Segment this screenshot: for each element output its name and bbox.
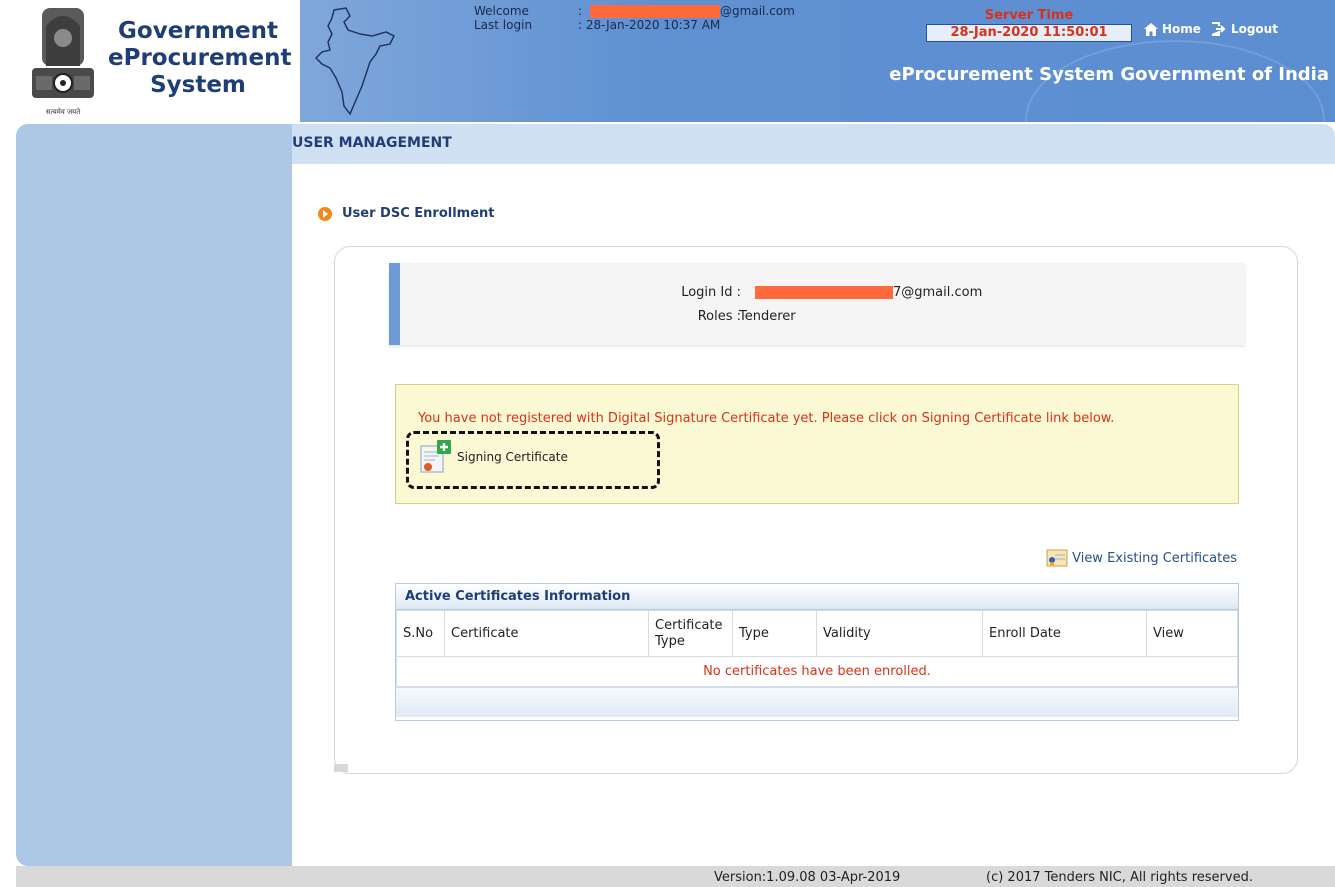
column-header: Certificate: [444, 610, 649, 657]
main-content: USER MANAGEMENT User DSC Enrollment Logi…: [292, 124, 1335, 866]
enrollment-card: Login Id : 7@gmail.com Roles : Tenderer …: [334, 246, 1298, 774]
brand-line-3: System: [150, 72, 246, 98]
server-time-value: 28-Jan-2020 11:50:01: [926, 24, 1132, 42]
copyright-text: (c) 2017 Tenders NIC, All rights reserve…: [986, 870, 1253, 885]
page-title: USER MANAGEMENT: [292, 135, 452, 151]
signing-certificate-highlight: Signing Certificate: [406, 431, 660, 489]
certificates-grid: S.No Certificate Certificate Type Type V…: [396, 610, 1238, 687]
view-existing-label: View Existing Certificates: [1072, 550, 1237, 566]
redacted-login-id: [755, 286, 893, 299]
welcome-email-suffix: @gmail.com: [720, 4, 795, 18]
site-brand[interactable]: Government eProcurement System: [108, 18, 292, 99]
india-map-icon: [315, 7, 395, 116]
login-id-suffix: 7@gmail.com: [893, 285, 983, 300]
add-certificate-icon: [420, 440, 451, 473]
roles-value: Tenderer: [739, 309, 796, 324]
certificate-icon: [1046, 549, 1068, 567]
site-tagline: eProcurement System Government of India: [889, 64, 1329, 85]
last-login-label: Last login: [474, 18, 533, 32]
logout-label: Logout: [1230, 22, 1278, 36]
column-header: Type: [732, 610, 817, 657]
empty-table-message: No certificates have been enrolled.: [396, 656, 1238, 687]
signing-certificate-label: Signing Certificate: [457, 450, 568, 464]
table-header-row: S.No Certificate Certificate Type Type V…: [396, 610, 1238, 657]
emblem-motto: सत्यमेव जयते: [46, 107, 81, 116]
server-time-label: Server Time: [984, 8, 1074, 23]
home-icon: [1144, 22, 1158, 36]
home-label: Home: [1162, 22, 1201, 36]
logout-link[interactable]: Logout: [1211, 22, 1278, 36]
welcome-label: Welcome: [474, 4, 529, 18]
national-emblem-icon: सत्यमेव जयते: [32, 8, 94, 116]
version-text: Version:1.09.08 03-Apr-2019: [714, 870, 901, 885]
column-header: Enroll Date: [982, 610, 1147, 657]
left-sidebar: [16, 124, 292, 866]
table-row: No certificates have been enrolled.: [396, 656, 1238, 687]
last-login-value: : 28-Jan-2020 10:37 AM: [578, 18, 721, 32]
table-title: Active Certificates Information: [396, 584, 1238, 610]
server-time: Server Time 28-Jan-2020 11:50:01: [926, 8, 1132, 42]
section-heading-text: User DSC Enrollment: [342, 206, 495, 221]
section-heading: User DSC Enrollment: [318, 206, 495, 221]
top-nav: Home Logout: [1144, 22, 1278, 36]
header-banner: [300, 0, 1335, 200]
signing-certificate-link[interactable]: Signing Certificate: [419, 440, 568, 474]
page-title-bar: USER MANAGEMENT: [292, 124, 1335, 164]
card-corner-strip: [334, 764, 348, 772]
user-info-box: Login Id : 7@gmail.com Roles : Tenderer: [389, 263, 1245, 345]
column-header: S.No: [396, 610, 445, 657]
view-existing-certificates-link[interactable]: View Existing Certificates: [1046, 549, 1237, 567]
home-link[interactable]: Home: [1144, 22, 1201, 36]
column-header: Validity: [816, 610, 983, 657]
page-footer: Version:1.09.08 03-Apr-2019 (c) 2017 Ten…: [16, 866, 1335, 887]
roles-label: Roles :: [697, 309, 741, 324]
orange-bullet-icon: [318, 206, 332, 221]
user-session-info: Welcome : @gmail.com Last login : 28-Jan…: [474, 4, 795, 32]
site-header: सत्यमेव जयते Government eProcurement Sys…: [0, 0, 1335, 200]
column-header: Certificate Type: [648, 610, 733, 657]
dsc-notice: You have not registered with Digital Sig…: [395, 384, 1239, 504]
dsc-notice-message: You have not registered with Digital Sig…: [418, 411, 1115, 426]
active-certificates-table: Active Certificates Information S.No Cer…: [395, 583, 1239, 721]
column-header: View: [1146, 610, 1238, 657]
brand-line-1: Government: [118, 18, 278, 44]
brand-line-2: eProcurement: [108, 45, 292, 71]
redacted-email: [590, 4, 721, 18]
welcome-colon: :: [578, 4, 583, 18]
table-footer: [396, 687, 1238, 717]
logout-icon: [1211, 22, 1226, 36]
login-id-label: Login Id :: [681, 285, 741, 300]
